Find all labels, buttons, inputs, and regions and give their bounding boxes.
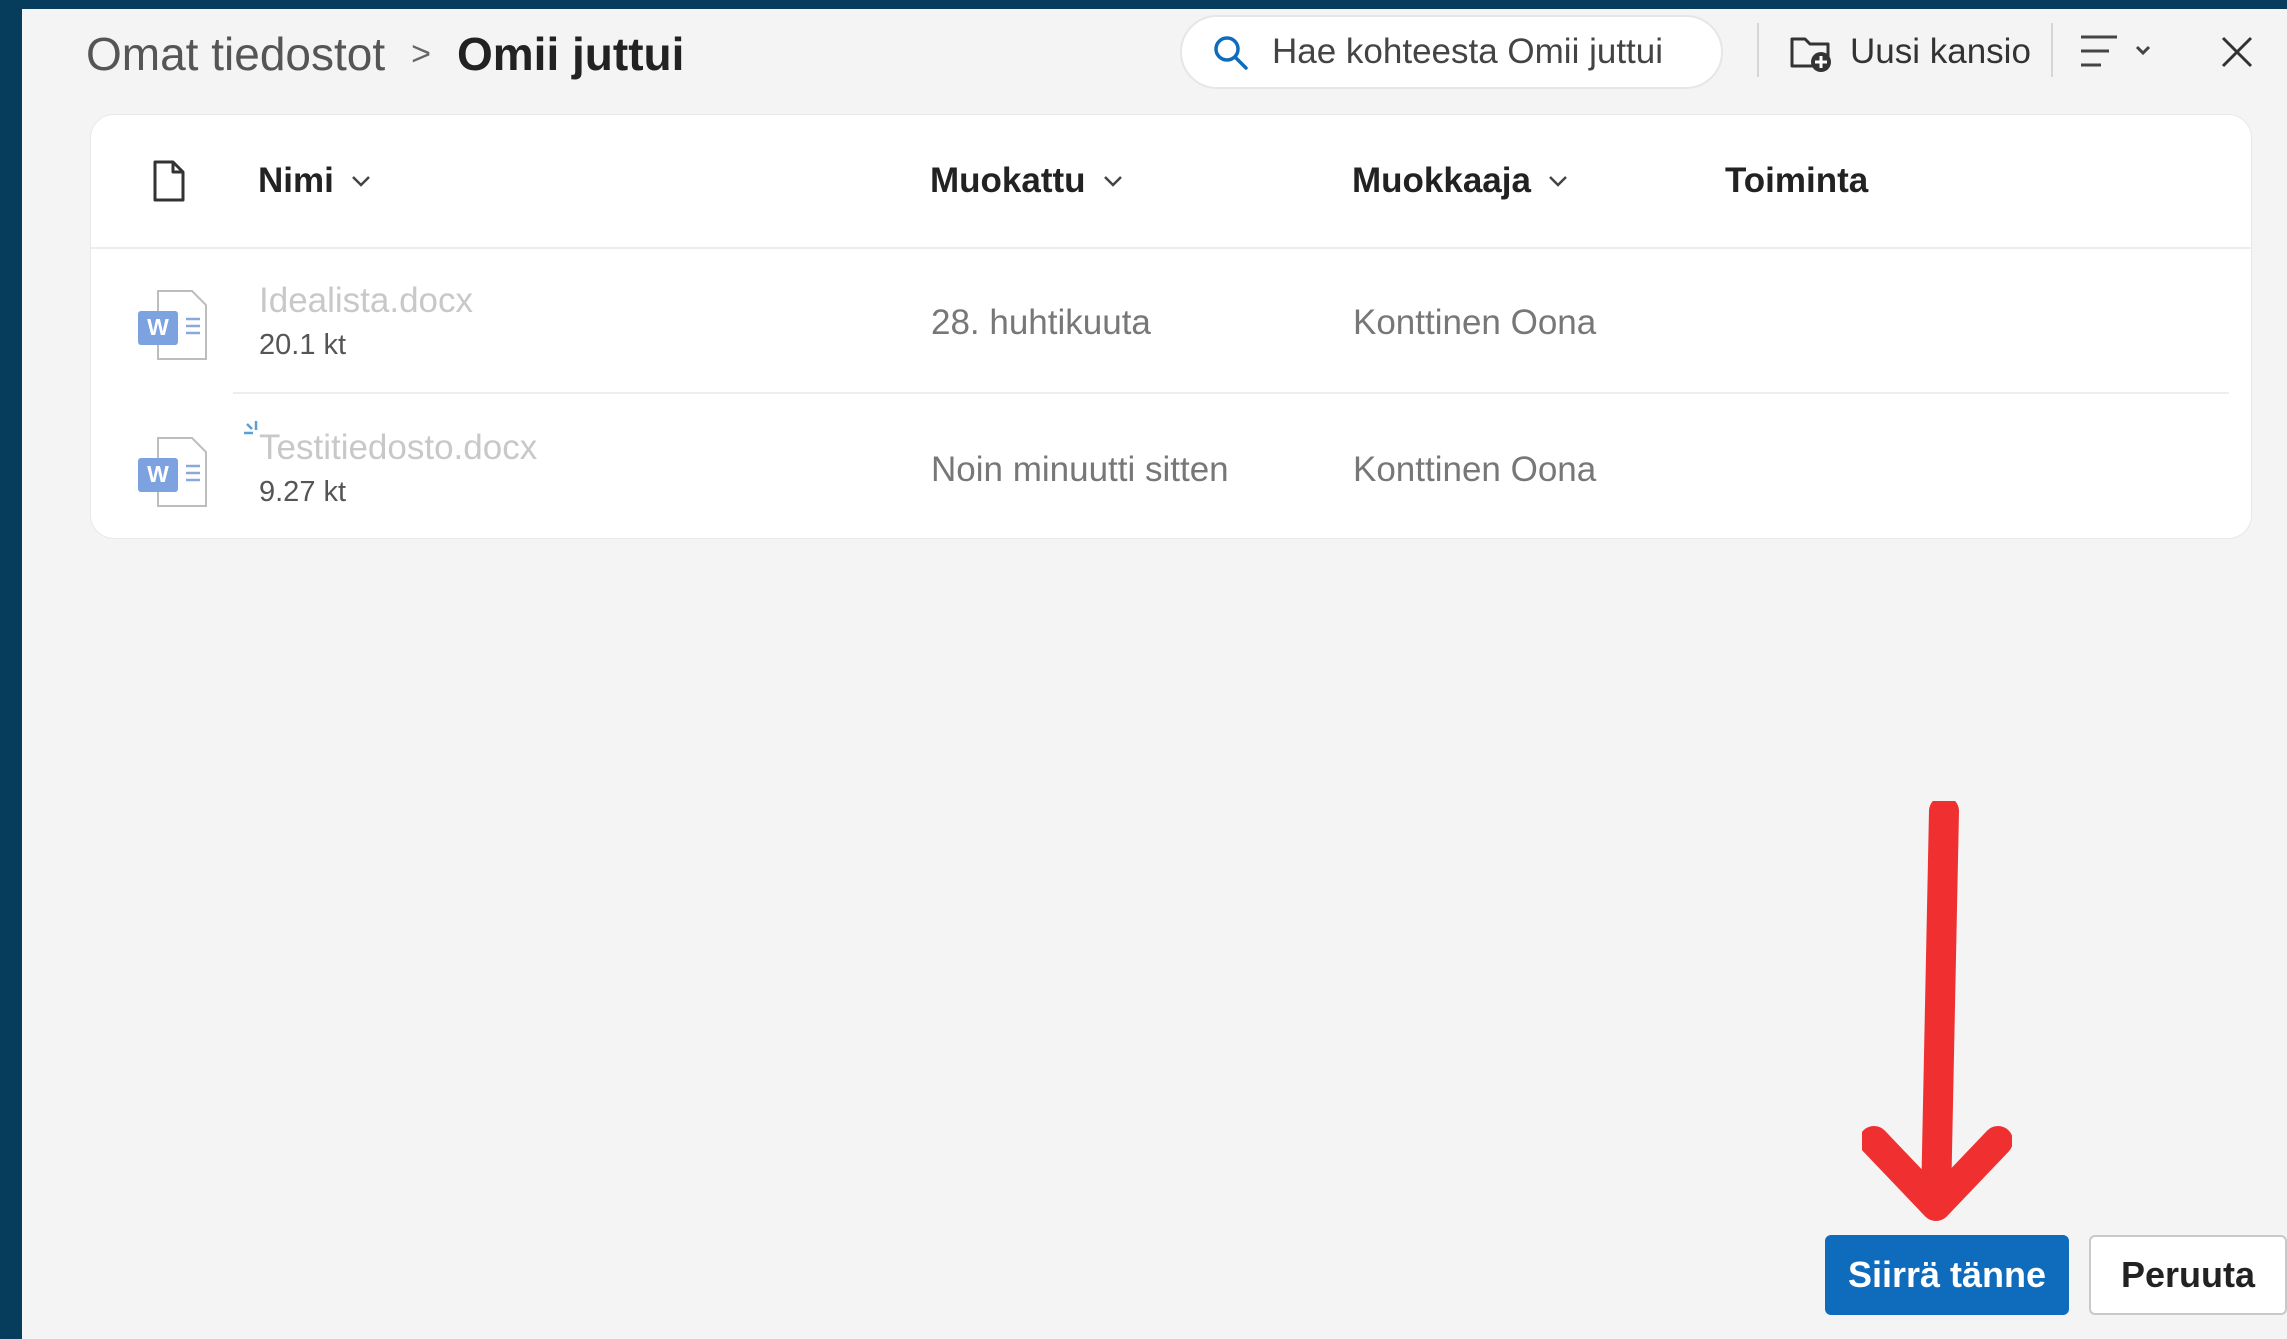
breadcrumb-separator: >	[411, 34, 431, 73]
svg-text:W: W	[147, 314, 169, 340]
word-file-icon: W	[138, 437, 207, 507]
table-row[interactable]: W Testitiedosto.docx 9.27 kt Noin minuut…	[91, 396, 2251, 541]
chevron-down-icon	[1549, 176, 1567, 187]
file-modified-by: Konttinen Oona	[1353, 303, 1597, 342]
document-icon	[153, 160, 185, 202]
breadcrumb: Omat tiedostot > Omii juttui	[86, 19, 684, 89]
column-name-label: Nimi	[258, 161, 334, 200]
search-input[interactable]: Hae kohteesta Omii juttui	[1180, 15, 1723, 89]
file-size: 20.1 kt	[259, 329, 347, 361]
breadcrumb-root[interactable]: Omat tiedostot	[86, 27, 385, 81]
file-name: Idealista.docx	[259, 281, 474, 320]
new-folder-button[interactable]: Uusi kansio	[1788, 19, 2031, 85]
column-header-modified-by[interactable]: Muokkaaja	[1352, 155, 1569, 207]
window-frame	[0, 0, 2287, 9]
chevron-down-icon	[1103, 176, 1122, 187]
column-modified-by-label: Muokkaaja	[1352, 161, 1531, 200]
word-file-icon: W	[138, 290, 207, 360]
file-type-column[interactable]	[151, 155, 187, 207]
close-button[interactable]	[2208, 23, 2266, 81]
move-dialog: Omat tiedostot > Omii juttui Hae kohtees…	[22, 9, 2287, 1339]
column-activity-label: Toiminta	[1725, 161, 1869, 200]
column-header-name[interactable]: Nimi	[258, 155, 372, 207]
red-arrow-annotation	[1862, 801, 2012, 1221]
search-placeholder: Hae kohteesta Omii juttui	[1272, 32, 1664, 71]
chevron-down-icon	[351, 176, 370, 187]
file-table: Nimi Muokattu Muokkaaja Toiminta W Ideal…	[90, 114, 2252, 539]
svg-text:W: W	[147, 461, 169, 487]
folder-add-icon	[1790, 37, 1831, 72]
file-modified: Noin minuutti sitten	[931, 450, 1229, 489]
row-divider	[233, 392, 2229, 394]
file-modified-by: Konttinen Oona	[1353, 450, 1597, 489]
toolbar-divider	[1757, 23, 1759, 77]
cancel-button[interactable]: Peruuta	[2089, 1235, 2287, 1315]
new-folder-label: Uusi kansio	[1850, 32, 2031, 71]
toolbar-divider	[2051, 23, 2053, 77]
view-options-button[interactable]	[2077, 23, 2167, 81]
column-header-activity: Toiminta	[1725, 155, 1868, 207]
table-header: Nimi Muokattu Muokkaaja Toiminta	[91, 115, 2251, 249]
table-row[interactable]: W Idealista.docx 20.1 kt 28. huhtikuuta …	[91, 249, 2251, 394]
breadcrumb-current: Omii juttui	[457, 28, 685, 80]
view-options-icon	[2081, 35, 2151, 67]
move-here-button[interactable]: Siirrä tänne	[1825, 1235, 2069, 1315]
dialog-header: Omat tiedostot > Omii juttui Hae kohtees…	[22, 9, 2287, 109]
file-modified: 28. huhtikuuta	[931, 303, 1151, 342]
file-size: 9.27 kt	[259, 476, 347, 508]
search-icon	[1214, 36, 1248, 70]
column-modified-label: Muokattu	[930, 161, 1086, 200]
column-header-modified[interactable]: Muokattu	[930, 155, 1124, 207]
file-name: Testitiedosto.docx	[259, 428, 538, 467]
close-icon	[2221, 36, 2253, 68]
